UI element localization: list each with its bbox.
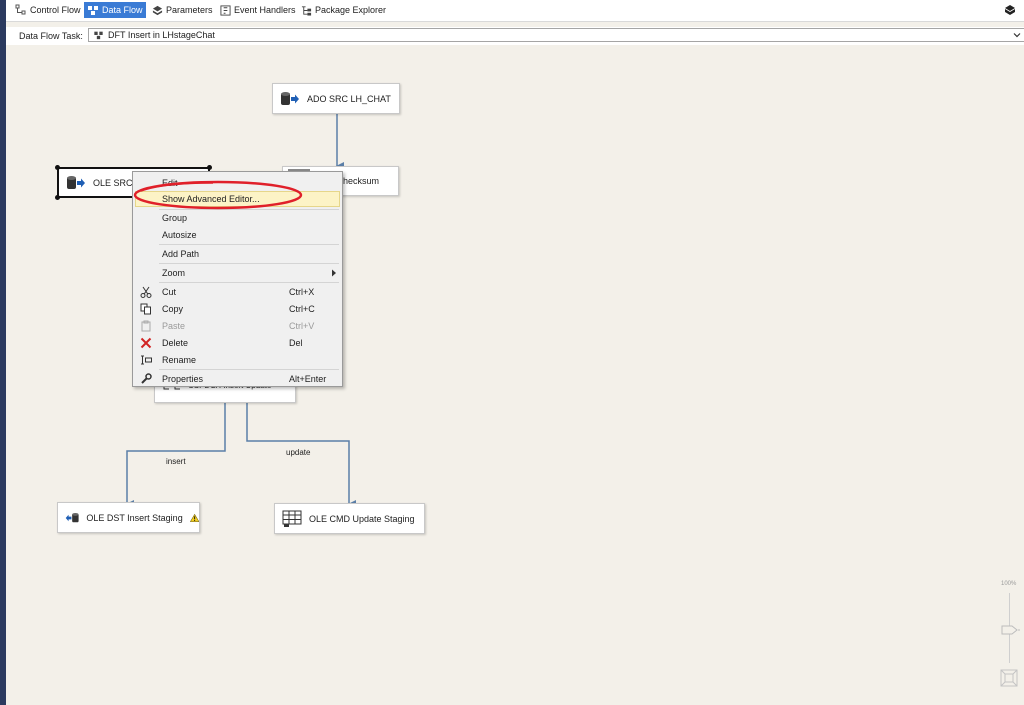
menu-item-zoom[interactable]: Zoom bbox=[135, 265, 340, 281]
destination-db-icon bbox=[65, 512, 79, 522]
menu-item-label: Copy bbox=[162, 304, 184, 314]
menu-item-add-path[interactable]: Add Path bbox=[135, 246, 340, 262]
menu-item-label: Add Path bbox=[162, 249, 200, 259]
component-label: ADO SRC LH_CHAT bbox=[307, 93, 391, 104]
menu-item-rename[interactable]: Rename bbox=[135, 352, 340, 368]
menu-item-group[interactable]: Group bbox=[135, 210, 340, 226]
menu-separator bbox=[159, 244, 339, 245]
resize-handle[interactable] bbox=[55, 195, 60, 200]
menu-item-label: Autosize bbox=[162, 230, 197, 240]
component-label: OLE CMD Update Staging bbox=[309, 513, 415, 524]
ole-command-icon bbox=[282, 510, 302, 527]
warning-icon[interactable] bbox=[189, 512, 199, 524]
scissors-icon bbox=[140, 286, 152, 298]
path-label-update: update bbox=[286, 448, 311, 457]
menu-item-label: Cut bbox=[162, 287, 177, 297]
rename-icon bbox=[141, 355, 152, 365]
menu-item-autosize[interactable]: Autosize bbox=[135, 227, 340, 243]
menu-item-shortcut: Ctrl+X bbox=[289, 287, 315, 297]
menu-item-label: Delete bbox=[162, 338, 189, 348]
menu-item-label: Properties bbox=[162, 374, 204, 384]
menu-item-shortcut: Ctrl+C bbox=[289, 304, 315, 314]
path-insert[interactable] bbox=[126, 402, 226, 508]
menu-item-paste[interactable]: Paste Ctrl+V bbox=[135, 318, 340, 334]
zoom-slider-thumb[interactable] bbox=[1001, 625, 1021, 635]
menu-separator bbox=[159, 263, 339, 264]
menu-item-label: Show Advanced Editor... bbox=[162, 194, 260, 204]
source-db-icon bbox=[281, 91, 299, 105]
menu-item-edit[interactable]: Edit bbox=[135, 175, 340, 191]
menu-item-cut[interactable]: Cut Ctrl+X bbox=[135, 284, 340, 300]
menu-item-delete[interactable]: Delete Del bbox=[135, 335, 340, 351]
menu-item-label: Rename bbox=[162, 355, 197, 365]
menu-separator bbox=[159, 369, 339, 370]
wrench-icon bbox=[141, 373, 152, 384]
menu-separator bbox=[159, 282, 339, 283]
zoom-level-label: 100% bbox=[1001, 581, 1017, 587]
resize-handle[interactable] bbox=[55, 165, 60, 170]
zoom-control: 100% bbox=[998, 581, 1022, 693]
copy-icon bbox=[140, 303, 151, 315]
menu-item-shortcut: Ctrl+V bbox=[289, 321, 315, 331]
resize-handle[interactable] bbox=[207, 165, 212, 170]
component-ado-src[interactable]: ADO SRC LH_CHAT bbox=[272, 83, 400, 114]
component-ole-dst[interactable]: OLE DST Insert Staging bbox=[57, 502, 200, 533]
delete-x-icon bbox=[140, 337, 152, 349]
component-ole-cmd[interactable]: OLE CMD Update Staging bbox=[274, 503, 425, 534]
menu-item-label: Group bbox=[162, 213, 188, 223]
path-label-insert: insert bbox=[166, 457, 186, 466]
menu-item-properties[interactable]: Properties Alt+Enter bbox=[135, 371, 340, 387]
submenu-arrow-icon bbox=[332, 269, 336, 277]
context-menu: Edit Show Advanced Editor... Group Autos… bbox=[132, 171, 343, 387]
menu-item-label: Paste bbox=[162, 321, 186, 331]
menu-item-label: Edit bbox=[162, 178, 178, 188]
menu-item-shortcut: Alt+Enter bbox=[289, 374, 327, 384]
menu-item-copy[interactable]: Copy Ctrl+C bbox=[135, 301, 340, 317]
menu-item-shortcut: Del bbox=[289, 338, 303, 348]
component-label: OLE DST Insert Staging bbox=[86, 512, 183, 523]
zoom-to-fit-icon[interactable] bbox=[1000, 669, 1018, 687]
menu-item-label: Zoom bbox=[162, 268, 186, 278]
menu-item-show-advanced-editor[interactable]: Show Advanced Editor... bbox=[135, 191, 340, 207]
component-label: hecksum bbox=[343, 176, 380, 186]
source-db-icon bbox=[67, 175, 85, 189]
paste-icon bbox=[141, 320, 151, 332]
